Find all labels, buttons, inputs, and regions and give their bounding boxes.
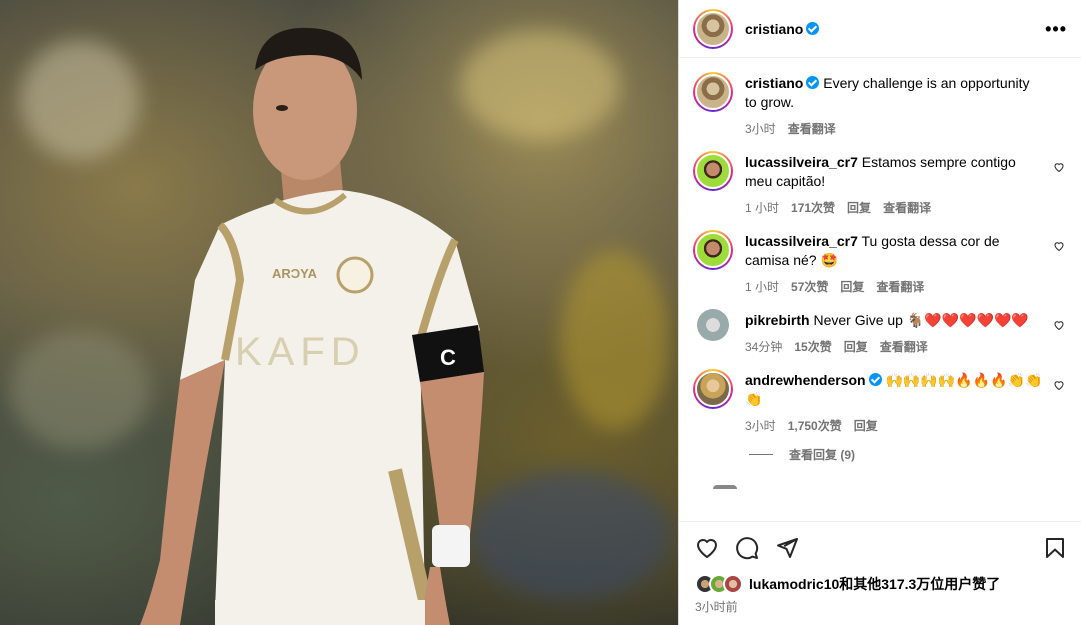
comment-likes[interactable]: 57次赞 (791, 278, 828, 295)
view-replies-button[interactable]: 查看回复 (9) (749, 446, 1065, 463)
comment-item: andrewhenderson 🙌🙌🙌🙌🔥🔥🔥👏👏👏 3小时 1,750次赞 回复 (693, 369, 1065, 434)
bookmark-icon[interactable] (1043, 536, 1067, 560)
comments-list[interactable]: cristiano Every challenge is an opportun… (679, 58, 1081, 521)
comment-likes[interactable]: 171次赞 (791, 199, 835, 216)
comment-item: lucassilveira_cr7 Tu gosta dessa cor de … (693, 230, 1065, 295)
liker-avatar (723, 574, 743, 594)
divider-line (749, 454, 773, 455)
svg-text:KAFD: KAFD (235, 330, 366, 374)
liker-avatars (695, 574, 743, 594)
action-bar (695, 534, 1067, 562)
next-comment-avatar (713, 485, 737, 489)
heart-icon[interactable] (695, 536, 719, 560)
reply-button[interactable]: 回复 (844, 338, 868, 355)
post-image[interactable]: KAFD ARƆYA C (0, 0, 678, 625)
post-panel: cristiano ••• cristiano Every challenge … (678, 0, 1081, 625)
comment-icon[interactable] (735, 536, 759, 560)
caption-username[interactable]: cristiano (745, 75, 803, 91)
translate-link[interactable]: 查看翻译 (876, 278, 924, 295)
comment-item: pikrebirth Never Give up 🐐❤️❤️❤️❤️❤️❤️ 3… (693, 309, 1065, 355)
comment-time[interactable]: 3小时 (745, 417, 776, 434)
svg-text:ARƆYA: ARƆYA (272, 266, 318, 281)
caption: cristiano Every challenge is an opportun… (693, 72, 1065, 137)
comment-item: lucassilveira_cr7 Estamos sempre contigo… (693, 151, 1065, 216)
reply-button[interactable]: 回复 (854, 417, 878, 434)
commenter-avatar[interactable] (693, 151, 733, 191)
comment-likes[interactable]: 15次赞 (794, 338, 831, 355)
post-actions-area: lukamodric10和其他317.3万位用户赞了 3小时前 (679, 521, 1081, 625)
player-illustration: KAFD ARƆYA C (140, 27, 484, 625)
verified-icon (806, 22, 820, 35)
translate-link[interactable]: 查看翻译 (788, 120, 836, 137)
commenter-avatar[interactable] (693, 230, 733, 270)
verified-icon (806, 76, 820, 89)
comment-time[interactable]: 1 小时 (745, 278, 779, 295)
comment-heart-icon[interactable] (1053, 240, 1065, 252)
author-avatar[interactable] (693, 8, 733, 49)
share-icon[interactable] (775, 536, 799, 560)
reply-button[interactable]: 回复 (840, 278, 864, 295)
comment-heart-icon[interactable] (1053, 379, 1065, 391)
comment-time[interactable]: 1 小时 (745, 199, 779, 216)
view-replies-label: 查看回复 (9) (789, 448, 856, 462)
comment-username[interactable]: lucassilveira_cr7 (745, 154, 858, 170)
comment-text: Never Give up 🐐❤️❤️❤️❤️❤️❤️ (813, 312, 1029, 328)
caption-time[interactable]: 3小时 (745, 120, 776, 137)
post-header: cristiano ••• (679, 0, 1081, 58)
comment-username[interactable]: andrewhenderson (745, 372, 866, 388)
reply-button[interactable]: 回复 (847, 199, 871, 216)
more-icon[interactable]: ••• (1045, 20, 1067, 38)
commenter-avatar[interactable] (697, 309, 729, 341)
caption-avatar[interactable] (693, 72, 733, 112)
comment-time[interactable]: 34分钟 (745, 338, 782, 355)
likes-summary[interactable]: lukamodric10和其他317.3万位用户赞了 (695, 574, 1067, 594)
translate-link[interactable]: 查看翻译 (880, 338, 928, 355)
author-username[interactable]: cristiano (745, 21, 803, 37)
commenter-avatar[interactable] (693, 369, 733, 409)
comment-heart-icon[interactable] (1053, 161, 1065, 173)
comment-username[interactable]: lucassilveira_cr7 (745, 233, 858, 249)
comment-username[interactable]: pikrebirth (745, 312, 810, 328)
verified-icon (868, 373, 882, 386)
svg-text:C: C (440, 345, 456, 370)
comment-heart-icon[interactable] (1053, 319, 1065, 331)
likes-text[interactable]: lukamodric10和其他317.3万位用户赞了 (749, 574, 1000, 594)
comment-likes[interactable]: 1,750次赞 (788, 417, 842, 434)
translate-link[interactable]: 查看翻译 (883, 199, 931, 216)
post-time[interactable]: 3小时前 (695, 598, 1067, 615)
